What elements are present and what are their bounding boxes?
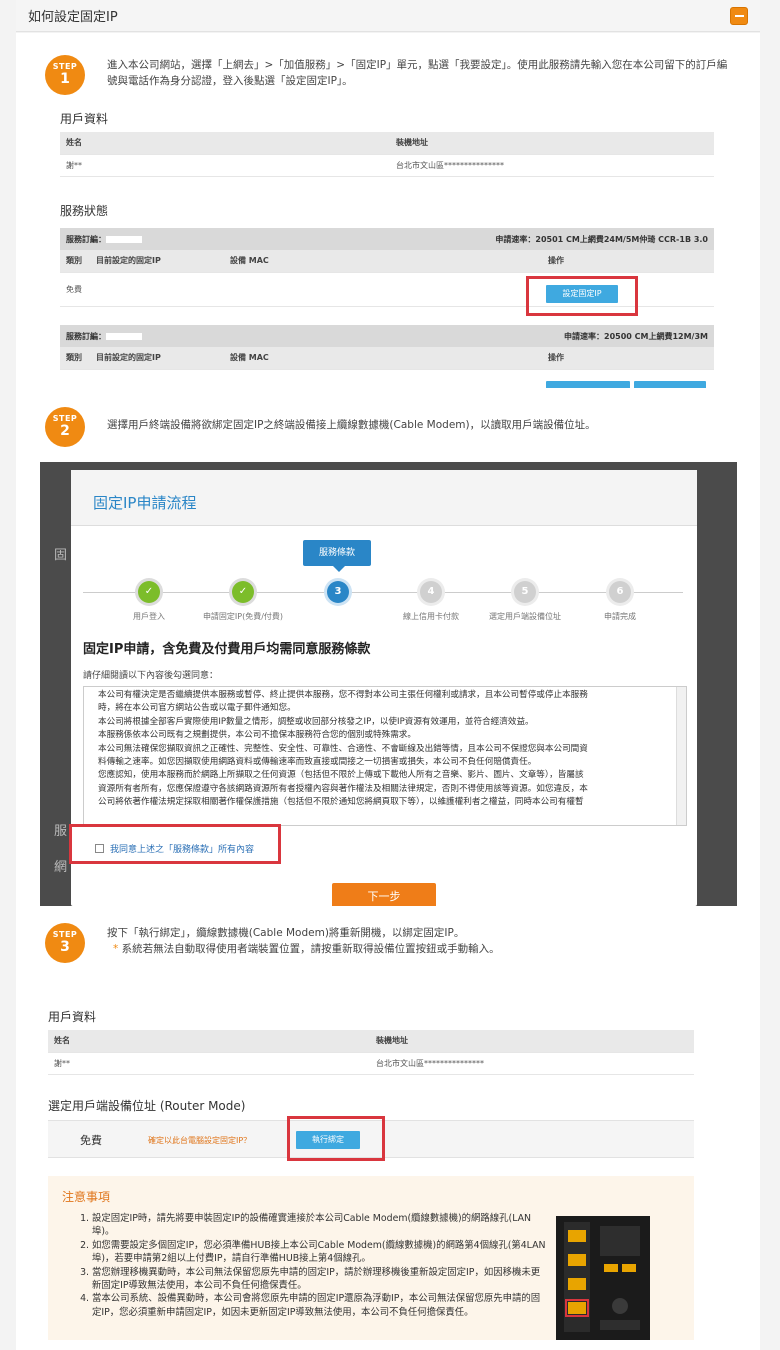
service-sub-header-2: 服務訂編： 申請速率：20500 CM上網費12M/3M [60, 325, 714, 347]
terms-textarea[interactable]: 本公司有權決定是否繼續提供本服務或暫停、終止提供本服務，您不得對本公司主張任何權… [83, 686, 687, 826]
service-type: 免費 [60, 272, 90, 307]
progress-label-6: 申請完成 [604, 612, 636, 621]
cable-modem-photo [556, 1216, 650, 1340]
cut-button-a[interactable] [546, 381, 630, 388]
terms-scrollbar[interactable] [676, 687, 686, 825]
screenshot-terms-modal: 固 服 網 固定IP申請流程 服務條款 ✓ ✓ 3 4 5 6 用戶登入 申請固… [40, 462, 737, 906]
modal-title: 固定IP申請流程 [93, 494, 197, 512]
collapse-icon[interactable] [730, 7, 748, 25]
service-table-2: 類別 目前設定的固定IP 設備 MAC 操作 [60, 347, 714, 370]
notice-item: 設定固定IP時，請先將要申裝固定IP的設備確實連接於本公司Cable Modem… [92, 1212, 548, 1239]
next-step-button[interactable]: 下一步 [332, 883, 436, 906]
screenshot-router-binding: 用戶資料 姓名 裝機地址 謝** 台北市文山區*************** 選定用… [40, 980, 737, 1340]
terms-subheading: 請仔細閱讀以下內容後勾選同意： [83, 671, 219, 681]
highlight-bind [287, 1116, 385, 1161]
service-sub-header-1: 服務訂編： 申請速率：20501 CM上網費24M/5M仲琦 CCR-1B 3.… [60, 228, 714, 250]
progress-step-3: 3 [327, 581, 349, 603]
cut-button-b[interactable] [634, 381, 706, 388]
ghost-text-3: 網 [54, 860, 68, 875]
progress-track [83, 592, 683, 593]
progress-step-5: 5 [514, 581, 536, 603]
terms-heading: 固定IP申請，含免費及付費用戶均需同意服務條款 [83, 642, 371, 657]
user-info-table: 姓名 裝機地址 謝** 台北市文山區*************** [60, 132, 714, 177]
notice-item: 當您辦理移機異動時，本公司無法保留您原先申請的固定IP，請於辦理移機後重新設定固… [92, 1266, 548, 1293]
redacted-id [106, 235, 142, 243]
service-status-title: 服務狀態 [60, 204, 109, 218]
user-info-title: 用戶資料 [60, 112, 109, 126]
user-info-table-2: 姓名 裝機地址 謝** 台北市文山區*************** [48, 1030, 694, 1075]
notice-item: 當本公司系統、設備異動時，本公司會將您原先申請的固定IP還原為浮動IP，本公司無… [92, 1292, 548, 1319]
screenshot-service-status: 用戶資料 姓名 裝機地址 謝** 台北市文山區*************** 服務狀… [40, 110, 737, 388]
progress-step-4: 4 [420, 581, 442, 603]
router-type: 免費 [80, 1134, 102, 1147]
ghost-text-2: 服 [54, 824, 68, 839]
faq-title: 如何設定固定IP [28, 10, 118, 25]
progress-step-1: ✓ [138, 581, 160, 603]
redacted-id-2 [106, 332, 142, 340]
progress-step-2: ✓ [232, 581, 254, 603]
current-step-bubble: 服務條款 [303, 540, 371, 572]
step-3-badge: STEP 3 [45, 923, 85, 963]
modal-dialog: 固定IP申請流程 服務條款 ✓ ✓ 3 4 5 6 用戶登入 申請固定IP(免費… [69, 470, 697, 906]
modal-header: 固定IP申請流程 [71, 470, 697, 526]
step-3-note: * 系統若無法自動取得使用者端裝置位置，請按重新取得設備位置按鈕或手動輸入。 [113, 943, 500, 955]
progress-label-2: 申請固定IP(免費/付費) [202, 612, 284, 621]
progress-step-6: 6 [609, 581, 631, 603]
router-question: 確定以此台電腦設定固定IP？ [148, 1136, 252, 1145]
modem-ports-icon [556, 1216, 650, 1340]
notice-item: 如您需要設定多個固定IP，您必須準備HUB接上本公司Cable Modem(纜線… [92, 1239, 548, 1266]
step-2-text: 選擇用戶終端設備將欲綁定固定IP之終端設備接上纜線數據機(Cable Modem… [107, 419, 596, 431]
step-1-text: 進入本公司網站，選擇「上網去」>「加值服務」>「固定IP」單元，點選「我要設定」… [107, 59, 728, 87]
col-address: 裝機地址 [390, 132, 714, 155]
highlight-set-ip [526, 276, 638, 316]
step-2-badge: STEP 2 [45, 407, 85, 447]
notice-list: 設定固定IP時，請先將要申裝固定IP的設備確實連接於本公司Cable Modem… [78, 1212, 548, 1319]
router-mode-title: 選定用戶端設備位址 (Router Mode) [48, 1099, 246, 1113]
user-address: 台北市文山區*************** [390, 154, 714, 177]
step-1-badge: STEP 1 [45, 55, 85, 95]
user-info-title-2: 用戶資料 [48, 1010, 97, 1024]
step-3-main: 按下「執行綁定」，纜線數據機(Cable Modem)將重新開機，以綁定固定IP… [107, 927, 465, 939]
user-name: 謝** [60, 154, 390, 177]
ghost-text-1: 固 [54, 548, 68, 563]
step-3-text: 按下「執行綁定」，纜線數據機(Cable Modem)將重新開機，以綁定固定IP… [107, 925, 737, 957]
notice-panel: 注意事項 設定固定IP時，請先將要申裝固定IP的設備確實連接於本公司Cable … [48, 1176, 694, 1340]
col-name: 姓名 [60, 132, 390, 155]
notice-title: 注意事項 [62, 1190, 111, 1204]
faq-header[interactable]: 如何設定固定IP [16, 0, 760, 32]
page: 如何設定固定IP STEP 1 進入本公司網站，選擇「上網去」>「加值服務」>「… [0, 0, 780, 1350]
highlight-agree [69, 824, 281, 864]
